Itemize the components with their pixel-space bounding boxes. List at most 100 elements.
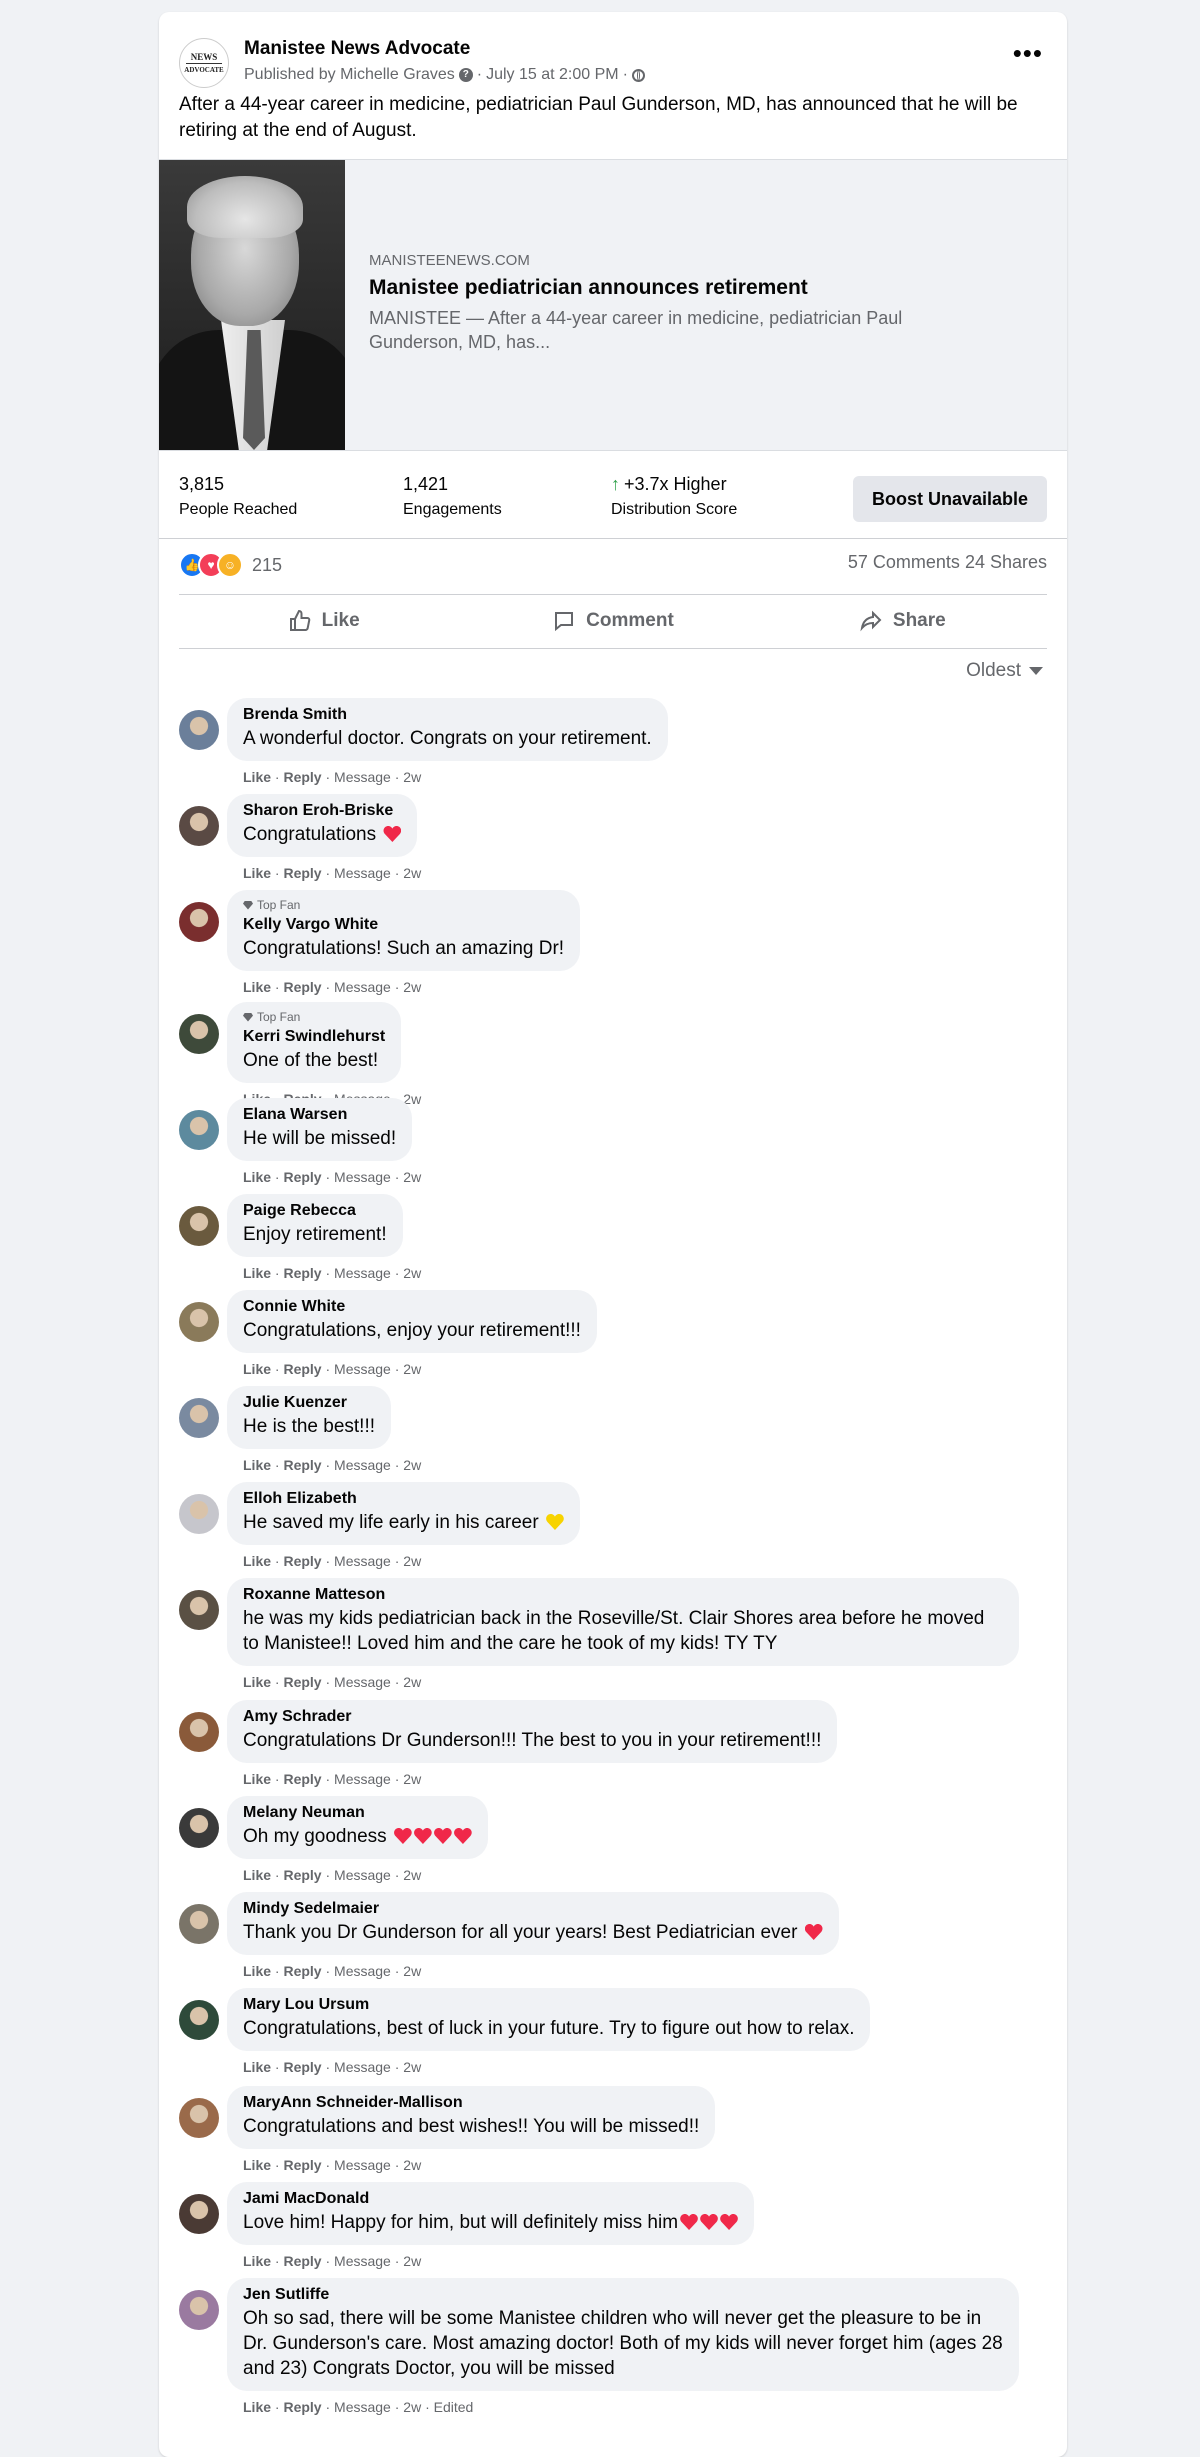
comment-like-link[interactable]: Like bbox=[243, 865, 271, 881]
post-date[interactable]: July 15 at 2:00 PM bbox=[486, 66, 619, 84]
commenter-avatar[interactable] bbox=[179, 1590, 219, 1630]
comment-meta[interactable]: · Message · 2w bbox=[325, 865, 421, 881]
comment-bubble[interactable]: Elloh Elizabeth He saved my life early in… bbox=[227, 1482, 580, 1545]
comment-like-link[interactable]: Like bbox=[243, 1771, 271, 1787]
comment-reply-link[interactable]: Reply bbox=[283, 1867, 321, 1883]
comment-like-link[interactable]: Like bbox=[243, 1457, 271, 1473]
commenter-name[interactable]: Sharon Eroh-Briske bbox=[243, 802, 401, 820]
comment-meta[interactable]: · Message · 2w bbox=[325, 2253, 421, 2269]
page-avatar[interactable]: NEWS ADVOCATE bbox=[179, 38, 229, 88]
commenter-avatar[interactable] bbox=[179, 1712, 219, 1752]
comment-bubble[interactable]: Top Fan Kelly Vargo White Congratulations!… bbox=[227, 890, 581, 971]
comment-meta[interactable]: · Message · 2w bbox=[325, 1963, 421, 1979]
comment-bubble[interactable]: MaryAnn Schneider-Mallison Congratulation… bbox=[227, 2086, 716, 2149]
comment-bubble[interactable]: Roxanne Matteson he was my kids pediatric… bbox=[227, 1578, 1019, 1666]
commenter-name[interactable]: Amy Schrader bbox=[243, 1708, 821, 1726]
comment-meta[interactable]: · Message · 2w bbox=[325, 1457, 421, 1473]
comment-meta[interactable]: · Message · 2w bbox=[325, 1361, 421, 1377]
commenter-name[interactable]: Elloh Elizabeth bbox=[243, 1490, 564, 1508]
shares-count[interactable]: 24 Shares bbox=[965, 552, 1047, 572]
commenter-avatar[interactable] bbox=[179, 2194, 219, 2234]
comment-bubble[interactable]: Melany Neuman Oh my goodness bbox=[227, 1796, 488, 1859]
comment-reply-link[interactable]: Reply bbox=[283, 1169, 321, 1185]
comment-meta[interactable]: · Message · 2w bbox=[325, 979, 421, 995]
comment-meta[interactable]: · Message · 2w bbox=[325, 1771, 421, 1787]
comment-reply-link[interactable]: Reply bbox=[283, 1457, 321, 1473]
comment-bubble[interactable]: Jami MacDonald Love him! Happy for him, b… bbox=[227, 2182, 755, 2245]
commenter-avatar[interactable] bbox=[179, 806, 219, 846]
comment-meta[interactable]: · Message · 2w · Edited bbox=[325, 2399, 473, 2415]
more-options-icon[interactable]: ••• bbox=[1013, 40, 1043, 66]
comment-bubble[interactable]: Elana Warsen He will be missed! bbox=[227, 1098, 413, 1161]
comment-like-link[interactable]: Like bbox=[243, 2059, 271, 2075]
comment-reply-link[interactable]: Reply bbox=[283, 1963, 321, 1979]
commenter-name[interactable]: Kerri Swindlehurst bbox=[243, 1028, 385, 1046]
comment-like-link[interactable]: Like bbox=[243, 769, 271, 785]
comment-meta[interactable]: · Message · 2w bbox=[325, 769, 421, 785]
comment-bubble[interactable]: Sharon Eroh-Briske Congratulations bbox=[227, 794, 418, 857]
comment-meta[interactable]: · Message · 2w bbox=[325, 1265, 421, 1281]
share-button[interactable]: Share bbox=[758, 596, 1047, 646]
commenter-avatar[interactable] bbox=[179, 1302, 219, 1342]
comment-meta[interactable]: · Message · 2w bbox=[325, 1553, 421, 1569]
commenter-avatar[interactable] bbox=[179, 1398, 219, 1438]
comment-meta[interactable]: · Message · 2w bbox=[325, 1674, 421, 1690]
comment-reply-link[interactable]: Reply bbox=[283, 1771, 321, 1787]
comment-reply-link[interactable]: Reply bbox=[283, 1361, 321, 1377]
commenter-name[interactable]: Elana Warsen bbox=[243, 1106, 396, 1124]
info-icon[interactable]: ? bbox=[458, 68, 473, 82]
comment-bubble[interactable]: Paige Rebecca Enjoy retirement! bbox=[227, 1194, 403, 1257]
comment-meta[interactable]: · Message · 2w bbox=[325, 1169, 421, 1185]
commenter-name[interactable]: Melany Neuman bbox=[243, 1804, 472, 1822]
comment-meta[interactable]: · Message · 2w bbox=[325, 2059, 421, 2075]
comment-reply-link[interactable]: Reply bbox=[283, 865, 321, 881]
commenter-avatar[interactable] bbox=[179, 2000, 219, 2040]
comments-count[interactable]: 57 Comments bbox=[848, 552, 960, 572]
commenter-avatar[interactable] bbox=[179, 1494, 219, 1534]
commenter-avatar[interactable] bbox=[179, 1904, 219, 1944]
commenter-avatar[interactable] bbox=[179, 1808, 219, 1848]
commenter-name[interactable]: Connie White bbox=[243, 1298, 581, 1316]
commenter-name[interactable]: Roxanne Matteson bbox=[243, 1586, 1003, 1604]
comment-reply-link[interactable]: Reply bbox=[283, 2157, 321, 2173]
commenter-name[interactable]: Mindy Sedelmaier bbox=[243, 1900, 823, 1918]
comment-reply-link[interactable]: Reply bbox=[283, 979, 321, 995]
commenter-avatar[interactable] bbox=[179, 1014, 219, 1054]
commenter-name[interactable]: Brenda Smith bbox=[243, 706, 652, 724]
comment-meta[interactable]: · Message · 2w bbox=[325, 2157, 421, 2173]
comment-like-link[interactable]: Like bbox=[243, 2253, 271, 2269]
comment-like-link[interactable]: Like bbox=[243, 1553, 271, 1569]
comment-reply-link[interactable]: Reply bbox=[283, 769, 321, 785]
commenter-name[interactable]: Jen Sutliffe bbox=[243, 2286, 1003, 2304]
comment-bubble[interactable]: Amy Schrader Congratulations Dr Gunderson… bbox=[227, 1700, 838, 1763]
commenter-avatar[interactable] bbox=[179, 2098, 219, 2138]
comment-bubble[interactable]: Jen Sutliffe Oh so sad, there will be som… bbox=[227, 2278, 1019, 2391]
comment-like-link[interactable]: Like bbox=[243, 1169, 271, 1185]
comment-reply-link[interactable]: Reply bbox=[283, 2253, 321, 2269]
comment-sort-dropdown[interactable]: Oldest bbox=[966, 660, 1043, 682]
comment-bubble[interactable]: Mary Lou Ursum Congratulations, best of l… bbox=[227, 1988, 871, 2051]
comment-like-link[interactable]: Like bbox=[243, 2399, 271, 2415]
comment-bubble[interactable]: Connie White Congratulations, enjoy your … bbox=[227, 1290, 597, 1353]
comment-like-link[interactable]: Like bbox=[243, 979, 271, 995]
comment-like-link[interactable]: Like bbox=[243, 1674, 271, 1690]
comment-reply-link[interactable]: Reply bbox=[283, 2399, 321, 2415]
commenter-name[interactable]: Paige Rebecca bbox=[243, 1202, 387, 1220]
comment-bubble[interactable]: Brenda Smith A wonderful doctor. Congrats… bbox=[227, 698, 668, 761]
commenter-name[interactable]: Jami MacDonald bbox=[243, 2190, 738, 2208]
comment-like-link[interactable]: Like bbox=[243, 1361, 271, 1377]
page-name[interactable]: Manistee News Advocate bbox=[244, 38, 470, 60]
comment-reply-link[interactable]: Reply bbox=[283, 1674, 321, 1690]
commenter-name[interactable]: MaryAnn Schneider-Mallison bbox=[243, 2094, 699, 2112]
comment-button[interactable]: Comment bbox=[468, 596, 757, 646]
commenter-avatar[interactable] bbox=[179, 1110, 219, 1150]
comment-like-link[interactable]: Like bbox=[243, 1963, 271, 1979]
comment-like-link[interactable]: Like bbox=[243, 1265, 271, 1281]
comment-like-link[interactable]: Like bbox=[243, 1867, 271, 1883]
commenter-name[interactable]: Mary Lou Ursum bbox=[243, 1996, 854, 2014]
comment-meta[interactable]: · Message · 2w bbox=[325, 1867, 421, 1883]
commenter-avatar[interactable] bbox=[179, 1206, 219, 1246]
commenter-name[interactable]: Kelly Vargo White bbox=[243, 916, 564, 934]
link-preview[interactable]: MANISTEENEWS.COM Manistee pediatrician a… bbox=[159, 159, 1067, 451]
commenter-avatar[interactable] bbox=[179, 902, 219, 942]
